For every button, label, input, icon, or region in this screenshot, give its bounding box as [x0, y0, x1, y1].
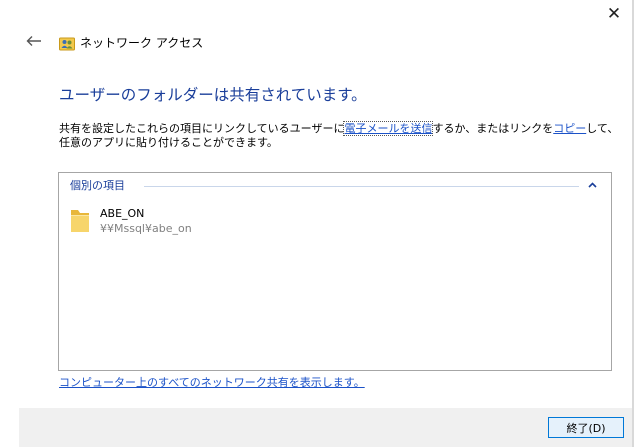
description-text-1: 共有を設定したこれらの項目にリンクしているユーザーに [59, 122, 345, 135]
page-heading: ユーザーのフォルダーは共有されています。 [59, 86, 367, 104]
group-divider [144, 186, 579, 187]
shared-item[interactable]: ABE_ON ¥¥Mssql¥abe_on [69, 205, 329, 239]
wizard-title: ネットワーク アクセス [80, 36, 204, 50]
description: 共有を設定したこれらの項目にリンクしているユーザーに電子メールを送信するか、また… [59, 121, 619, 150]
close-icon: ✕ [606, 4, 622, 24]
folder-icon [71, 210, 89, 232]
collapse-group-button[interactable] [585, 178, 599, 192]
shared-item-path: ¥¥Mssql¥abe_on [100, 222, 192, 235]
chevron-up-icon [587, 182, 597, 188]
send-email-link[interactable]: 電子メールを送信 [343, 121, 434, 136]
view-all-shares-link[interactable]: コンピューター上のすべてのネットワーク共有を表示します。 [59, 374, 365, 390]
back-button[interactable] [24, 31, 44, 51]
shared-item-name: ABE_ON [100, 207, 145, 220]
group-title: 個別の項目 [70, 177, 129, 193]
finish-button[interactable]: 終了(D) [548, 417, 624, 438]
group-header: 個別の項目 [70, 177, 601, 193]
close-button[interactable]: ✕ [602, 2, 626, 26]
shared-items-panel: 個別の項目 ABE_ON ¥¥Mssql¥abe_on [58, 172, 612, 371]
copy-link[interactable]: コピー [553, 122, 586, 135]
description-text-2: するか、またはリンクを [432, 122, 554, 135]
network-users-icon [59, 37, 75, 51]
back-arrow-icon [26, 36, 41, 46]
footer-bar: 終了(D) [19, 408, 632, 447]
